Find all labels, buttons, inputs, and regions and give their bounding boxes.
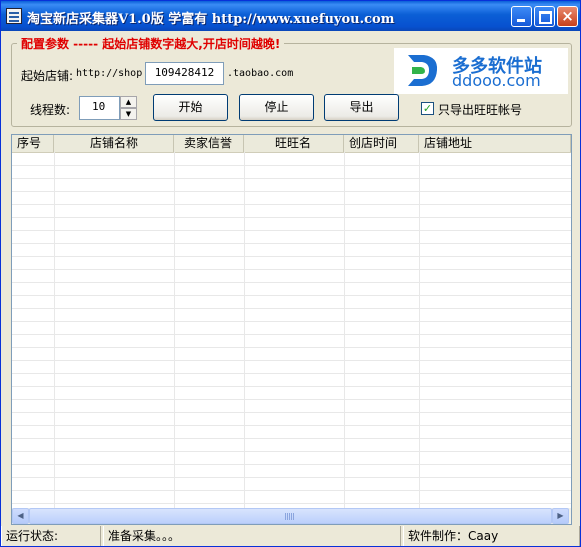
scrollbar-thumb[interactable] <box>29 508 552 524</box>
row-gridline <box>12 269 571 270</box>
row-gridline <box>12 451 571 452</box>
row-gridline <box>12 360 571 361</box>
status-message: 准备采集。。。 <box>103 526 401 546</box>
maximize-icon <box>539 11 552 24</box>
row-gridline <box>12 412 571 413</box>
status-bar: 运行状态: 准备采集。。。 软件制作：Caay <box>1 526 580 546</box>
row-gridline <box>12 282 571 283</box>
logo: 多多软件站 ddooo.com <box>394 48 568 94</box>
start-shop-label: 起始店铺: <box>21 69 74 83</box>
row-gridline <box>12 191 571 192</box>
column-header-index[interactable]: 序号 <box>12 135 54 152</box>
row-gridline <box>12 503 571 504</box>
ddooo-logo-icon <box>408 55 438 86</box>
row-gridline <box>12 347 571 348</box>
row-gridline <box>12 373 571 374</box>
spin-down-icon[interactable]: ▼ <box>120 108 137 120</box>
row-gridline <box>12 399 571 400</box>
column-header-shop-name[interactable]: 店铺名称 <box>54 135 174 152</box>
column-gridline <box>419 152 420 510</box>
config-group-title: 配置参数 ----- 起始店铺数字越大,开店时间越晚! <box>17 35 285 52</box>
column-gridline <box>174 152 175 510</box>
threads-input[interactable]: 10 <box>79 96 120 120</box>
scrollbar-grip-icon <box>285 513 294 520</box>
row-gridline <box>12 243 571 244</box>
export-only-ww-checkbox[interactable]: ✓ <box>421 102 434 115</box>
row-gridline <box>12 204 571 205</box>
threads-spinner[interactable]: ▲ ▼ <box>120 96 137 120</box>
row-gridline <box>12 230 571 231</box>
minimize-button[interactable] <box>511 6 532 27</box>
url-suffix-label: .taobao.com <box>227 68 294 79</box>
spin-up-icon[interactable]: ▲ <box>120 96 137 108</box>
column-header-shop-url[interactable]: 店铺地址 <box>419 135 571 152</box>
close-button[interactable]: × <box>557 6 578 27</box>
horizontal-scrollbar[interactable]: ◀ ▶ <box>12 508 571 524</box>
title-bar[interactable]: 淘宝新店采集器V1.0版 学富有 http://www.xuefuyou.com… <box>1 1 580 31</box>
row-gridline <box>12 490 571 491</box>
column-header-open-date[interactable]: 创店时间 <box>344 135 419 152</box>
app-window: 淘宝新店采集器V1.0版 学富有 http://www.xuefuyou.com… <box>0 0 581 547</box>
scroll-left-icon[interactable]: ◀ <box>12 508 29 524</box>
column-gridline <box>54 152 55 510</box>
app-icon <box>6 8 22 24</box>
column-gridline <box>244 152 245 510</box>
start-shop-input[interactable]: 109428412 <box>145 62 224 85</box>
row-gridline <box>12 477 571 478</box>
shop-list-table[interactable]: 序号 店铺名称 卖家信誉 旺旺名 创店时间 店铺地址 ◀ ▶ <box>11 134 572 525</box>
column-header-seller-credit[interactable]: 卖家信誉 <box>174 135 244 152</box>
row-gridline <box>12 178 571 179</box>
row-gridline <box>12 165 571 166</box>
row-gridline <box>12 464 571 465</box>
window-title: 淘宝新店采集器V1.0版 学富有 http://www.xuefuyou.com <box>27 12 395 27</box>
logo-text-bottom: ddooo.com <box>452 71 541 90</box>
minimize-icon <box>517 19 525 22</box>
status-label: 运行状态: <box>1 526 101 546</box>
row-gridline <box>12 217 571 218</box>
row-gridline <box>12 425 571 426</box>
close-icon: × <box>561 7 574 25</box>
maximize-button[interactable] <box>534 6 555 27</box>
url-prefix-label: http://shop <box>76 68 143 79</box>
row-gridline <box>12 334 571 335</box>
row-gridline <box>12 386 571 387</box>
threads-label: 线程数: <box>30 103 71 117</box>
row-gridline <box>12 438 571 439</box>
export-button[interactable]: 导出 <box>324 94 399 121</box>
column-header-wangwang-name[interactable]: 旺旺名 <box>244 135 344 152</box>
export-only-ww-label: 只导出旺旺帐号 <box>438 103 523 117</box>
row-gridline <box>12 295 571 296</box>
table-header: 序号 店铺名称 卖家信誉 旺旺名 创店时间 店铺地址 <box>12 135 571 153</box>
scroll-right-icon[interactable]: ▶ <box>552 508 569 524</box>
column-gridline <box>344 152 345 510</box>
row-gridline <box>12 321 571 322</box>
row-gridline <box>12 256 571 257</box>
row-gridline <box>12 308 571 309</box>
start-button[interactable]: 开始 <box>153 94 228 121</box>
stop-button[interactable]: 停止 <box>239 94 314 121</box>
author-credit: 软件制作：Caay <box>403 526 580 546</box>
